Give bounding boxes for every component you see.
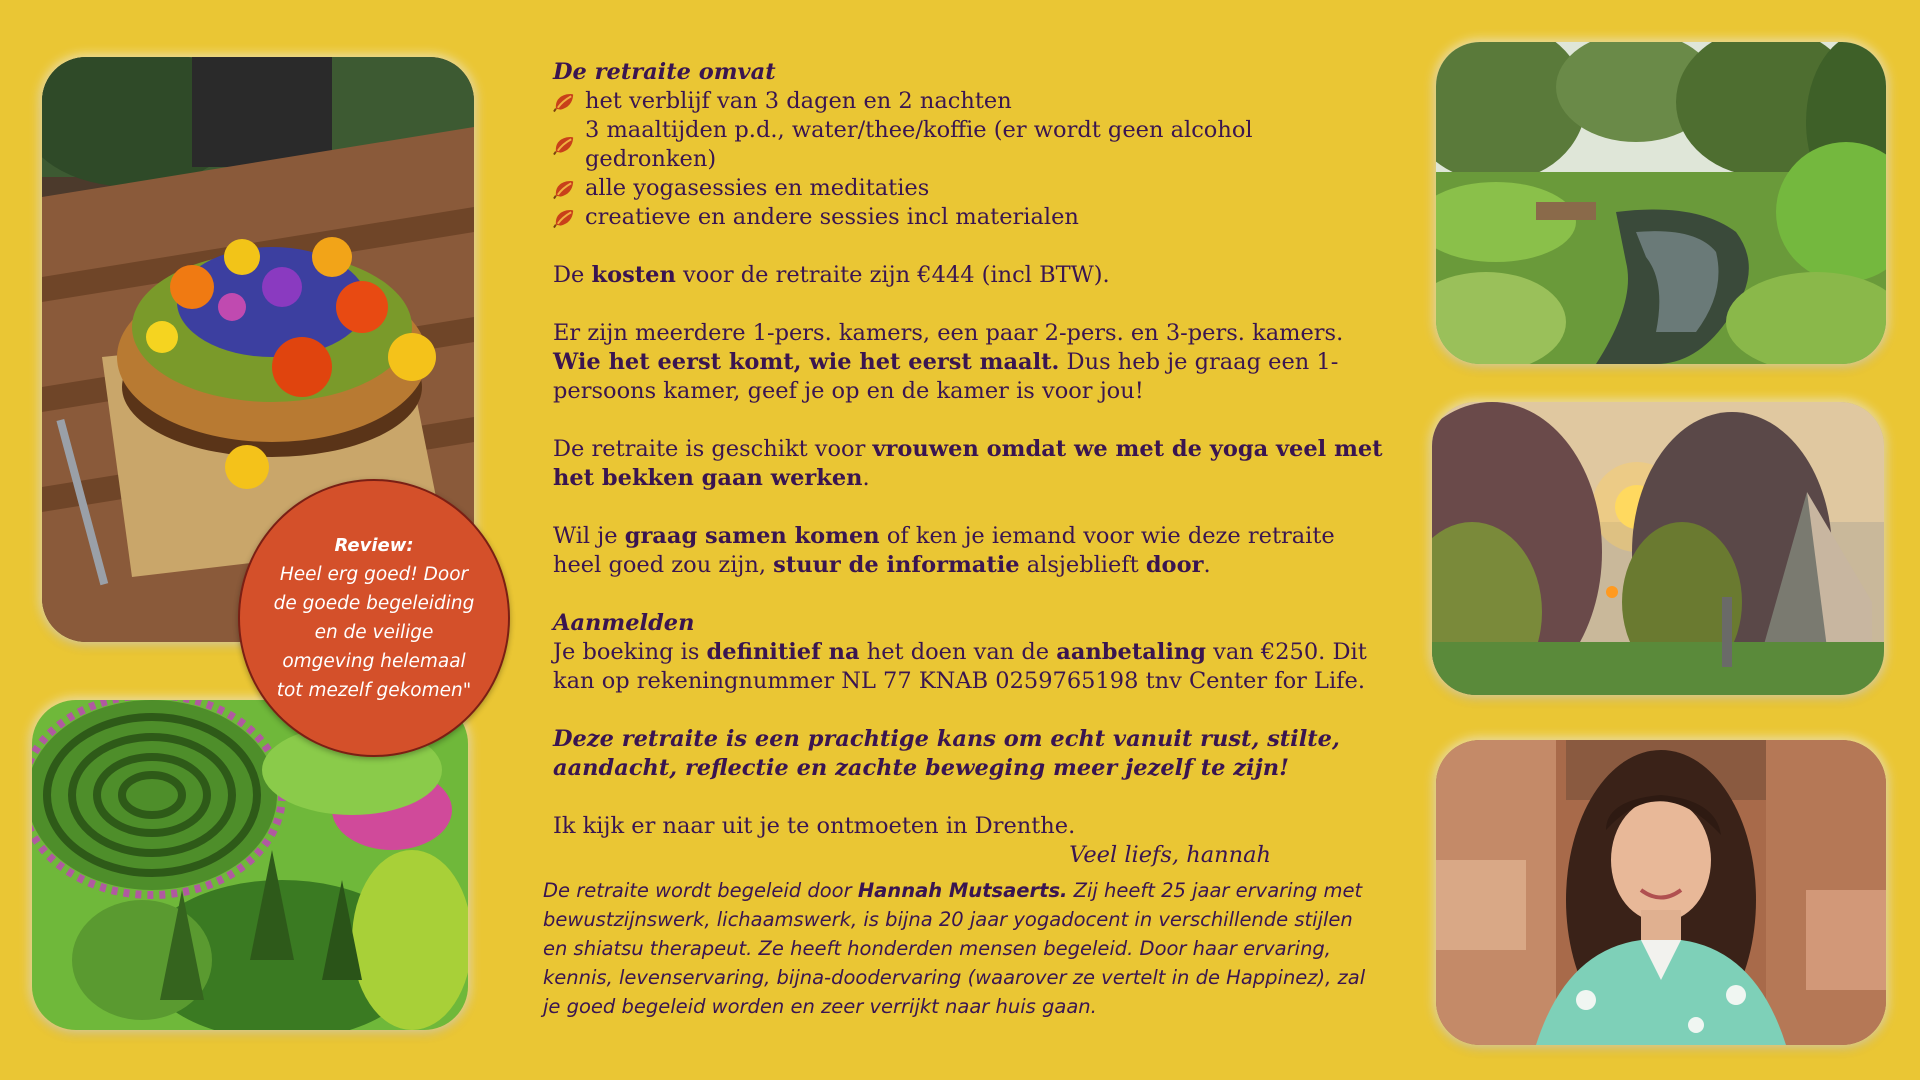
review-line: tot mezelf gekomen" [276,680,472,701]
rooms-paragraph: Er zijn meerdere 1-pers. kamers, een paa… [553,319,1383,406]
includes-heading: De retraite omvat [553,59,776,85]
retreat-info: De retraite omvat het verblijf van 3 dag… [553,58,1383,870]
costs-bold: kosten [591,262,676,288]
hannah-portrait-photo [1436,740,1886,1045]
share-paragraph: Wil je graag samen komen of ken je ieman… [553,522,1383,580]
leaf-icon [553,137,574,156]
suitable-text: De retraite is geschikt voor [553,436,873,462]
costs-text: voor de retraite zijn €444 (incl BTW). [675,262,1110,288]
signup-bold: definitief na [706,639,860,665]
signup-paragraph: Je boeking is definitief na het doen van… [553,638,1383,696]
list-item: alle yogasessies en meditaties [553,174,1383,203]
suitable-text: . [862,465,870,491]
sunset-garden-photo [1432,402,1884,695]
closing-line: Ik kijk er naar uit je te ontmoeten in D… [553,813,1076,839]
list-item: het verblijf van 3 dagen en 2 nachten [553,87,1383,116]
leaf-icon [553,93,574,112]
costs-text: De [553,262,592,288]
list-item-text: alle yogasessies en meditaties [585,175,930,201]
review-line: Heel erg goed! Door [279,564,469,585]
list-item-text: het verblijf van 3 dagen en 2 nachten [585,88,1012,114]
list-item: 3 maaltijden p.d., water/thee/koffie (er… [553,116,1383,174]
share-bold: stuur de informatie [773,552,1020,578]
review-line: omgeving helemaal [282,651,466,672]
review-line: en de veilige [314,622,434,643]
signoff: Veel liefs, hannah [1069,842,1271,868]
bio-name: Hannah Mutsaerts. [857,879,1068,902]
bio-text: De retraite wordt begeleid door [543,879,858,902]
costs-paragraph: De kosten voor de retraite zijn €444 (in… [553,261,1383,290]
review-line: de goede begeleiding [273,593,475,614]
leaf-icon [553,180,574,199]
share-text: alsjeblieft [1019,552,1146,578]
suitable-paragraph: De retraite is geschikt voor vrouwen omd… [553,435,1383,493]
signup-text: Je boeking is [553,639,707,665]
review-badge: Review: Heel erg goed! Door de goede beg… [238,479,510,757]
list-item-text: 3 maaltijden p.d., water/thee/koffie (er… [585,117,1253,172]
list-item: creatieve en andere sessies incl materia… [553,203,1383,232]
share-text: Wil je [553,523,625,549]
list-item-text: creatieve en andere sessies incl materia… [585,204,1079,230]
share-text: . [1203,552,1211,578]
rooms-bold: Wie het eerst komt, wie het eerst maalt. [553,349,1060,375]
rooms-text: Er zijn meerdere 1-pers. kamers, een paa… [553,320,1344,346]
review-title: Review: [334,535,414,556]
garden-pond-photo [1436,42,1886,364]
share-bold: door [1145,552,1204,578]
leaf-icon [553,209,574,228]
share-bold: graag samen komen [624,523,880,549]
signup-heading: Aanmelden [553,610,695,636]
bio-paragraph: De retraite wordt begeleid door Hannah M… [543,876,1383,1021]
highlight-paragraph: Deze retraite is een prachtige kans om e… [553,726,1340,781]
signup-text: het doen van de [859,639,1057,665]
signup-bold: aanbetaling [1056,639,1206,665]
